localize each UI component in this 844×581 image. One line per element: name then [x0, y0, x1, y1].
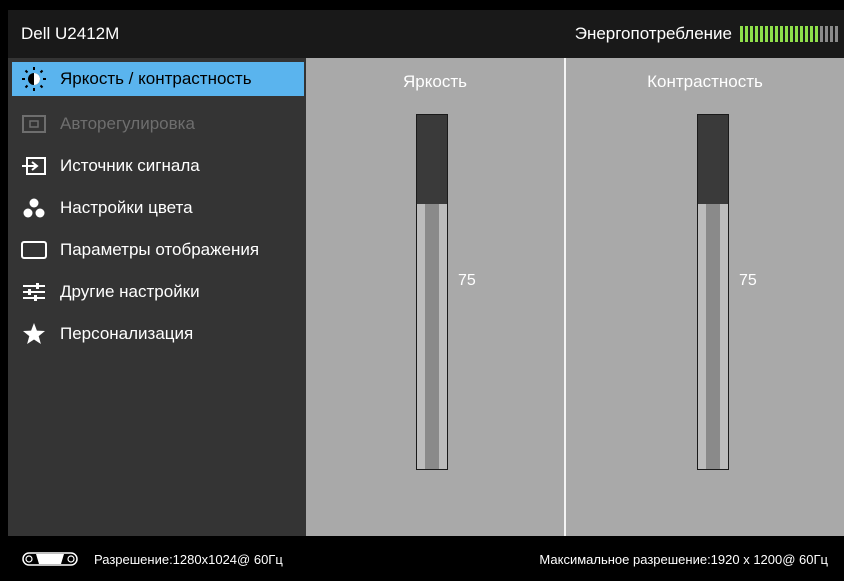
menu-item-color-settings[interactable]: Настройки цвета [12, 188, 304, 228]
energy-meter-bar [825, 26, 828, 42]
brightness-slider-fill [417, 203, 447, 469]
color-settings-icon [20, 194, 48, 222]
star-icon [20, 320, 48, 348]
title-bar: Dell U2412M Энергопотребление [8, 10, 844, 58]
energy-label: Энергопотребление [574, 24, 732, 43]
max-resolution: Максимальное разрешение:1920 x 1200@ 60Г… [539, 552, 828, 567]
brightness-value: 75 [458, 272, 476, 289]
energy-meter-bar [810, 26, 813, 42]
energy-meter-bar [820, 26, 823, 42]
menu-item-label: Настройки цвета [60, 198, 193, 217]
energy-meter-bar [790, 26, 793, 42]
menu-item-auto-adjust: Авторегулировка [12, 104, 304, 144]
contrast-value: 75 [739, 272, 757, 289]
energy-meter-bar [780, 26, 783, 42]
menu-item-brightness-contrast[interactable]: Яркость / контрастность [12, 62, 304, 96]
brightness-label: Яркость [403, 72, 467, 91]
main-menu: Яркость / контрастность Авторегулировка … [8, 58, 306, 536]
energy-meter-bar [785, 26, 788, 42]
menu-item-label: Другие настройки [60, 282, 200, 301]
energy-meter-bar [740, 26, 743, 42]
status-bar: Разрешение:1280x1024@ 60Гц Максимальное … [8, 536, 844, 581]
energy-meter [740, 26, 838, 42]
energy-meter-bar [835, 26, 838, 42]
menu-item-label: Авторегулировка [60, 114, 195, 133]
menu-item-other-settings[interactable]: Другие настройки [12, 272, 304, 312]
energy-meter-bar [750, 26, 753, 42]
energy-meter-bar [775, 26, 778, 42]
energy-meter-bar [805, 26, 808, 42]
settings-panel: Яркость 75 Контрастность 75 [306, 58, 844, 536]
monitor-osd: Dell U2412M Энергопотребление Яркость / … [0, 0, 844, 581]
energy-meter-bar [830, 26, 833, 42]
menu-item-input-source[interactable]: Источник сигнала [12, 146, 304, 186]
vga-connector-icon [22, 550, 78, 571]
input-source-icon [20, 152, 48, 180]
menu-item-label: Параметры отображения [60, 240, 260, 259]
energy-meter-bar [800, 26, 803, 42]
menu-item-personalize[interactable]: Персонализация [12, 314, 304, 354]
contrast-slider[interactable] [697, 114, 729, 470]
display-settings-icon [20, 236, 48, 264]
energy-meter-bar [765, 26, 768, 42]
energy-meter-bar [760, 26, 763, 42]
energy-usage: Энергопотребление [575, 24, 838, 44]
other-settings-icon [20, 278, 48, 306]
energy-meter-bar [770, 26, 773, 42]
menu-item-label: Яркость / контрастность [60, 69, 252, 88]
energy-meter-bar [815, 26, 818, 42]
energy-meter-bar [795, 26, 798, 42]
auto-adjust-icon [20, 110, 48, 138]
contrast-label: Контрастность [647, 72, 763, 91]
brightness-slider[interactable] [416, 114, 448, 470]
energy-meter-bar [745, 26, 748, 42]
menu-item-label: Персонализация [60, 324, 194, 343]
brightness-icon [20, 65, 48, 93]
monitor-model-title: Dell U2412M [21, 24, 120, 43]
menu-item-label: Источник сигнала [60, 156, 200, 175]
menu-item-display-settings[interactable]: Параметры отображения [12, 230, 304, 270]
energy-meter-bar [755, 26, 758, 42]
current-resolution: Разрешение:1280x1024@ 60Гц [94, 552, 283, 567]
divider [564, 58, 566, 536]
contrast-slider-fill [698, 203, 728, 469]
